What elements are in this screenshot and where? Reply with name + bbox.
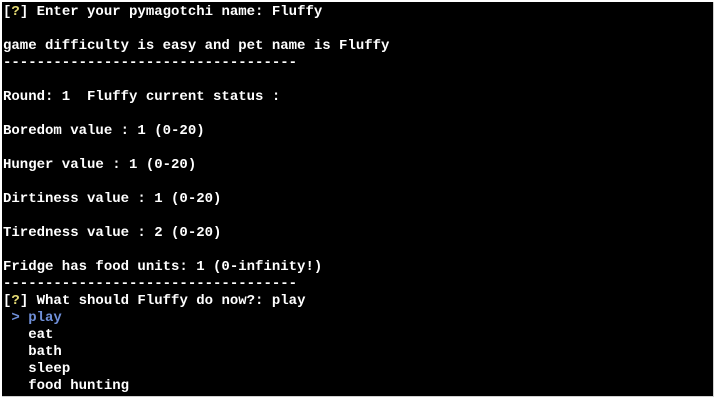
menu-option-play[interactable]: > play bbox=[3, 310, 62, 327]
name-prompt-line: [?] Enter your pymagotchi name: Fluffy bbox=[3, 4, 322, 21]
tiredness-stat: Tiredness value : 2 (0-20) bbox=[3, 225, 222, 241]
menu-option-label: play bbox=[28, 310, 62, 326]
name-prompt-text: Enter your pymagotchi name: Fluffy bbox=[28, 4, 323, 20]
menu-option-label: food hunting bbox=[28, 378, 130, 394]
action-prompt-line: [?] What should Fluffy do now?: play bbox=[3, 293, 305, 310]
selection-pointer-icon: > bbox=[3, 310, 29, 326]
hunger-stat: Hunger value : 1 (0-20) bbox=[3, 157, 197, 173]
action-prompt-text: What should Fluffy do now?: play bbox=[28, 293, 306, 309]
fridge-stat: Fridge has food units: 1 (0-infinity!) bbox=[3, 259, 323, 275]
question-mark-icon: ? bbox=[11, 4, 20, 20]
separator: ----------------------------------- bbox=[3, 55, 298, 71]
menu-option-eat[interactable]: eat bbox=[3, 327, 53, 344]
game-summary: game difficulty is easy and pet name is … bbox=[3, 38, 390, 54]
prompt-close-bracket: ] bbox=[19, 4, 29, 20]
terminal-window[interactable]: [?] Enter your pymagotchi name: Fluffy g… bbox=[2, 2, 714, 397]
prompt-close-bracket: ] bbox=[19, 293, 29, 309]
dirtiness-stat: Dirtiness value : 1 (0-20) bbox=[3, 191, 222, 207]
question-mark-icon: ? bbox=[11, 293, 20, 309]
menu-option-bath[interactable]: bath bbox=[3, 344, 62, 361]
menu-option-food-hunting[interactable]: food hunting bbox=[3, 378, 129, 395]
separator: ----------------------------------- bbox=[3, 276, 298, 292]
menu-option-label: sleep bbox=[28, 361, 71, 377]
menu-option-label: bath bbox=[28, 344, 62, 360]
menu-option-label: eat bbox=[28, 327, 54, 343]
menu-option-sleep[interactable]: sleep bbox=[3, 361, 70, 378]
round-status-heading: Round: 1 Fluffy current status : bbox=[3, 89, 281, 105]
boredom-stat: Boredom value : 1 (0-20) bbox=[3, 123, 205, 139]
